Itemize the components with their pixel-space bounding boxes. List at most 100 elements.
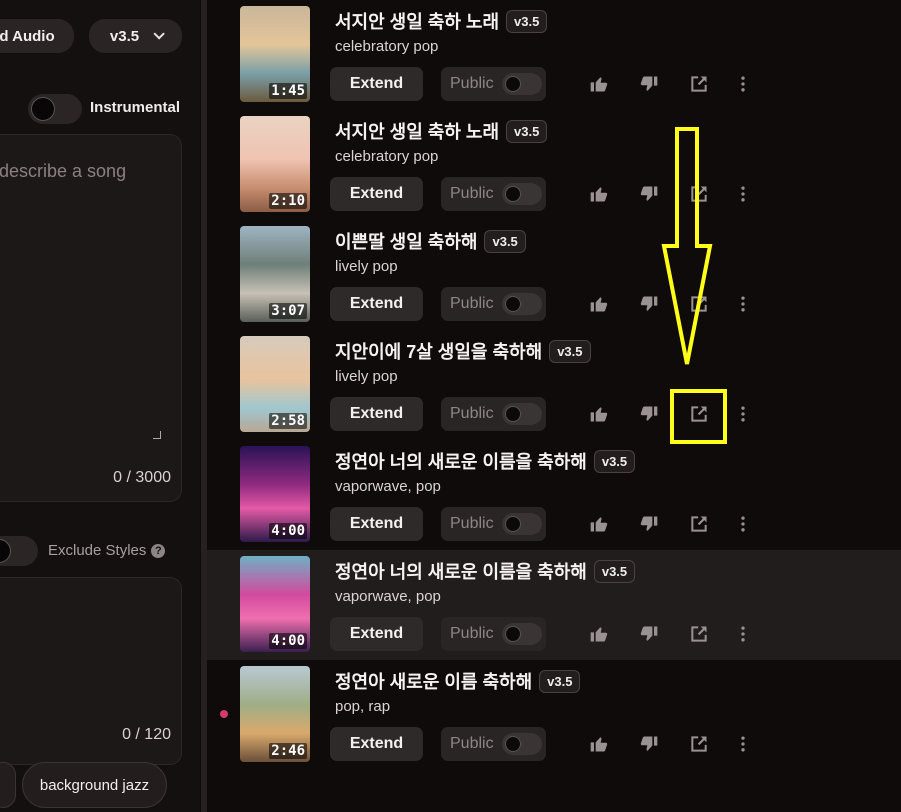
song-duration: 4:00 xyxy=(269,633,307,649)
song-genre[interactable]: celebratory pop xyxy=(335,148,438,165)
song-cover-image[interactable]: 4:00 xyxy=(240,446,310,542)
version-badge: v3.5 xyxy=(549,339,591,363)
more-vertical-icon[interactable] xyxy=(731,72,755,96)
song-title[interactable]: 지안이에 7살 생일을 축하해 v3.5 xyxy=(335,338,591,364)
lyrics-textarea[interactable]: describe a song 0 / 3000 xyxy=(0,134,182,502)
share-icon[interactable] xyxy=(687,732,711,756)
thumbs-up-icon[interactable] xyxy=(587,732,611,756)
song-row[interactable]: 3:07 이쁜딸 생일 축하해 v3.5 lively pop Extend P… xyxy=(207,220,901,330)
song-title[interactable]: 정연아 새로운 이름 축하해 v3.5 xyxy=(335,668,581,694)
song-title[interactable]: 정연아 너의 새로운 이름을 축하해 v3.5 xyxy=(335,558,636,584)
thumbs-down-icon[interactable] xyxy=(637,292,661,316)
thumbs-down-icon[interactable] xyxy=(637,732,661,756)
song-cover-image[interactable]: 2:58 xyxy=(240,336,310,432)
song-genre[interactable]: vaporwave, pop xyxy=(335,478,441,495)
public-switch[interactable] xyxy=(502,733,542,755)
thumbs-down-icon[interactable] xyxy=(637,622,661,646)
song-row[interactable]: 4:00 정연아 너의 새로운 이름을 축하해 v3.5 vaporwave, … xyxy=(207,440,901,550)
public-toggle[interactable]: Public xyxy=(441,397,546,431)
extend-button[interactable]: Extend xyxy=(330,507,423,541)
upload-audio-button[interactable]: d Audio xyxy=(0,19,74,53)
thumbs-down-icon[interactable] xyxy=(637,182,661,206)
thumbs-up-icon[interactable] xyxy=(587,512,611,536)
song-title[interactable]: 서지안 생일 축하 노래 v3.5 xyxy=(335,118,548,144)
public-toggle[interactable]: Public xyxy=(441,507,546,541)
song-row[interactable]: 2:10 서지안 생일 축하 노래 v3.5 celebratory pop E… xyxy=(207,110,901,220)
song-cover-image[interactable]: 2:46 xyxy=(240,666,310,762)
version-badge: v3.5 xyxy=(593,449,636,473)
more-vertical-icon[interactable] xyxy=(731,292,755,316)
version-badge: v3.5 xyxy=(506,119,548,143)
thumbs-up-icon[interactable] xyxy=(587,292,611,316)
more-vertical-icon[interactable] xyxy=(731,182,755,206)
song-genre[interactable]: lively pop xyxy=(335,368,398,385)
share-icon[interactable] xyxy=(687,622,711,646)
song-cover-image[interactable]: 4:00 xyxy=(240,556,310,652)
more-vertical-icon[interactable] xyxy=(731,622,755,646)
thumbs-up-icon[interactable] xyxy=(587,72,611,96)
extend-button[interactable]: Extend xyxy=(330,727,423,761)
playing-indicator-dot xyxy=(220,710,228,718)
more-vertical-icon[interactable] xyxy=(731,732,755,756)
song-genre[interactable]: vaporwave, pop xyxy=(335,588,441,605)
public-toggle[interactable]: Public xyxy=(441,287,546,321)
public-switch[interactable] xyxy=(502,183,542,205)
public-switch[interactable] xyxy=(502,623,542,645)
instrumental-toggle[interactable] xyxy=(28,94,82,124)
song-title[interactable]: 정연아 너의 새로운 이름을 축하해 v3.5 xyxy=(335,448,636,474)
public-switch[interactable] xyxy=(502,403,542,425)
lyrics-placeholder: describe a song xyxy=(0,161,127,181)
extend-button[interactable]: Extend xyxy=(330,67,423,101)
thumbs-down-icon[interactable] xyxy=(637,512,661,536)
song-genre[interactable]: pop, rap xyxy=(335,698,390,715)
share-icon[interactable] xyxy=(687,292,711,316)
song-genre[interactable]: lively pop xyxy=(335,258,398,275)
public-switch[interactable] xyxy=(502,513,542,535)
style-chip-background-jazz[interactable]: background jazz xyxy=(22,762,167,808)
more-vertical-icon[interactable] xyxy=(731,402,755,426)
song-duration: 2:46 xyxy=(269,743,307,759)
style-chip[interactable] xyxy=(0,762,16,808)
share-icon[interactable] xyxy=(687,402,711,426)
share-icon[interactable] xyxy=(687,72,711,96)
song-title[interactable]: 이쁜딸 생일 축하해 v3.5 xyxy=(335,228,526,254)
song-cover-image[interactable]: 3:07 xyxy=(240,226,310,322)
thumbs-down-icon[interactable] xyxy=(637,72,661,96)
public-switch[interactable] xyxy=(502,293,542,315)
public-toggle[interactable]: Public xyxy=(441,617,546,651)
thumbs-up-icon[interactable] xyxy=(587,402,611,426)
song-genre[interactable]: celebratory pop xyxy=(335,38,438,55)
share-icon[interactable] xyxy=(687,182,711,206)
lyrics-char-counter: 0 / 3000 xyxy=(113,469,171,486)
thumbs-down-icon[interactable] xyxy=(637,402,661,426)
song-cover-image[interactable]: 1:45 xyxy=(240,6,310,102)
song-row[interactable]: 2:58 지안이에 7살 생일을 축하해 v3.5 lively pop Ext… xyxy=(207,330,901,440)
song-row[interactable]: 4:00 정연아 너의 새로운 이름을 축하해 v3.5 vaporwave, … xyxy=(207,550,901,660)
extend-button[interactable]: Extend xyxy=(330,617,423,651)
help-icon[interactable]: ? xyxy=(151,544,166,558)
share-icon[interactable] xyxy=(687,512,711,536)
song-title[interactable]: 서지안 생일 축하 노래 v3.5 xyxy=(335,8,548,34)
create-panel: d Audio v3.5 Instrumental describe a son… xyxy=(0,0,200,812)
extend-button[interactable]: Extend xyxy=(330,287,423,321)
song-duration: 4:00 xyxy=(269,523,307,539)
public-toggle[interactable]: Public xyxy=(441,67,546,101)
public-toggle[interactable]: Public xyxy=(441,177,546,211)
styles-textarea[interactable]: 0 / 120 xyxy=(0,577,182,765)
song-row[interactable]: 1:45 서지안 생일 축하 노래 v3.5 celebratory pop E… xyxy=(207,0,901,110)
extend-button[interactable]: Extend xyxy=(330,397,423,431)
public-switch[interactable] xyxy=(502,73,542,95)
song-duration: 3:07 xyxy=(269,303,307,319)
thumbs-up-icon[interactable] xyxy=(587,622,611,646)
more-vertical-icon[interactable] xyxy=(731,512,755,536)
exclude-styles-toggle[interactable] xyxy=(0,536,38,566)
extend-button[interactable]: Extend xyxy=(330,177,423,211)
song-cover-image[interactable]: 2:10 xyxy=(240,116,310,212)
model-version-select[interactable]: v3.5 xyxy=(89,19,182,53)
public-toggle[interactable]: Public xyxy=(441,727,546,761)
song-row[interactable]: 2:46 정연아 새로운 이름 축하해 v3.5 pop, rap Extend… xyxy=(207,660,901,770)
thumbs-up-icon[interactable] xyxy=(587,182,611,206)
model-version-value: v3.5 xyxy=(109,27,140,45)
song-duration: 2:58 xyxy=(269,413,307,429)
resize-handle[interactable] xyxy=(153,431,161,439)
